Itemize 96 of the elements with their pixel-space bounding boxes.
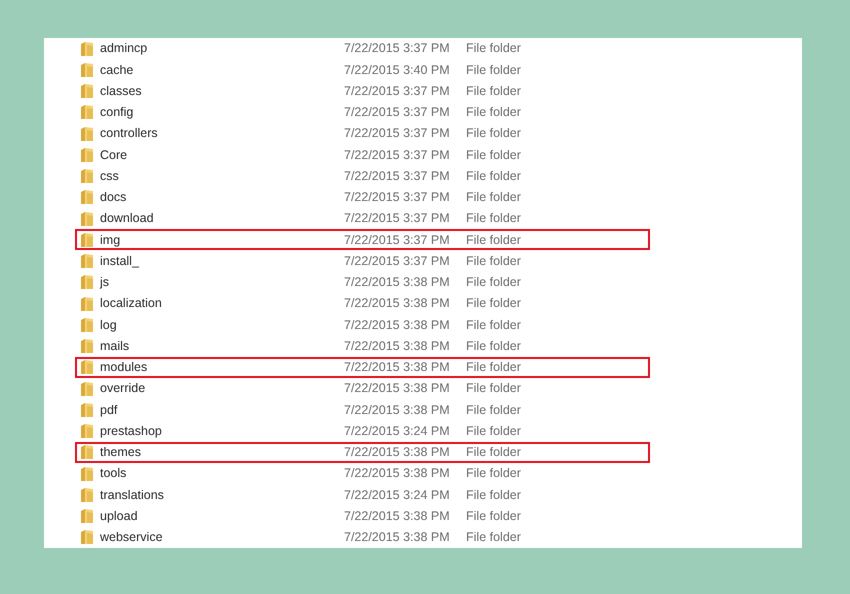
folder-name[interactable]: css [100, 166, 119, 186]
item-type: File folder [466, 359, 521, 376]
folder-icon [80, 146, 94, 163]
date-modified: 7/22/2015 3:38 PM [344, 359, 451, 376]
date-modified: 7/22/2015 3:38 PM [344, 380, 451, 398]
folder-name[interactable]: upload [100, 506, 138, 526]
item-type: File folder [466, 274, 521, 291]
folder-icon [80, 316, 94, 333]
item-type: File folder [466, 486, 521, 504]
date-modified: 7/22/2015 3:38 PM [344, 529, 451, 546]
folder-icon [80, 359, 94, 376]
date-modified: 7/22/2015 3:38 PM [344, 508, 451, 525]
date-modified: 7/22/2015 3:37 PM [344, 146, 451, 164]
folder-name[interactable]: controllers [100, 124, 158, 143]
folder-icon [80, 274, 94, 290]
folder-icon [80, 423, 94, 440]
folder-name[interactable]: modules [100, 358, 148, 377]
item-type: File folder [466, 508, 521, 525]
folder-name[interactable]: config [100, 103, 134, 122]
date-modified: 7/22/2015 3:38 PM [344, 338, 451, 355]
date-modified: 7/22/2015 3:37 PM [344, 232, 451, 248]
date-modified: 7/22/2015 3:24 PM [344, 486, 451, 504]
folder-icon [80, 338, 94, 354]
folder-name[interactable]: tools [100, 464, 126, 483]
folder-name[interactable]: cache [100, 60, 134, 80]
folder-name[interactable]: pdf [100, 400, 118, 420]
date-modified: 7/22/2015 3:38 PM [344, 465, 451, 482]
folder-icon [80, 486, 94, 503]
date-modified: 7/22/2015 3:37 PM [344, 104, 451, 121]
date-modified: 7/22/2015 3:37 PM [344, 125, 451, 142]
date-modified: 7/22/2015 3:38 PM [344, 316, 451, 334]
date-modified: 7/22/2015 3:24 PM [344, 422, 451, 440]
item-type: File folder [466, 189, 521, 206]
item-type: File folder [466, 295, 521, 312]
folder-icon [80, 444, 94, 460]
folder-icon [80, 296, 94, 312]
item-type: File folder [466, 380, 521, 398]
folder-name[interactable]: docs [100, 188, 126, 207]
item-type: File folder [466, 104, 521, 121]
folder-name[interactable]: translations [100, 486, 164, 504]
date-modified: 7/22/2015 3:37 PM [344, 189, 451, 206]
item-type: File folder [466, 125, 521, 142]
item-type: File folder [466, 62, 521, 78]
folder-icon [80, 126, 94, 142]
item-type: File folder [466, 338, 521, 355]
folder-icon [80, 104, 94, 120]
item-type: File folder [466, 465, 521, 482]
folder-name[interactable]: mails [100, 336, 130, 356]
folder-icon [80, 253, 94, 270]
date-modified: 7/22/2015 3:37 PM [344, 210, 451, 228]
folder-name[interactable]: webservice [100, 528, 163, 547]
item-type: File folder [466, 82, 521, 100]
folder-icon [80, 402, 94, 418]
item-type: File folder [466, 444, 521, 461]
date-modified: 7/22/2015 3:37 PM [344, 82, 451, 100]
folder-icon [80, 508, 94, 524]
item-type: File folder [466, 40, 521, 58]
date-modified: 7/22/2015 3:38 PM [344, 295, 451, 312]
item-type: File folder [466, 402, 521, 418]
folder-name[interactable]: img [100, 230, 120, 250]
folder-icon [80, 40, 94, 57]
folder-icon [80, 210, 94, 227]
folder-name[interactable]: install_ [100, 252, 139, 270]
folder-name[interactable]: js [100, 273, 110, 292]
folder-icon [80, 62, 94, 78]
date-modified: 7/22/2015 3:37 PM [344, 168, 451, 185]
date-modified: 7/22/2015 3:40 PM [344, 62, 451, 78]
item-type: File folder [466, 422, 521, 440]
item-type: File folder [466, 529, 521, 546]
item-type: File folder [466, 146, 521, 164]
date-modified: 7/22/2015 3:37 PM [344, 252, 451, 270]
folder-icon [80, 168, 94, 184]
folder-icon [80, 380, 94, 397]
item-type: File folder [466, 168, 521, 185]
folder-icon [80, 189, 94, 206]
date-modified: 7/22/2015 3:38 PM [344, 402, 451, 418]
folder-name[interactable]: download [100, 209, 154, 228]
folder-name[interactable]: Core [100, 146, 128, 164]
folder-name[interactable]: localization [100, 294, 162, 313]
item-type: File folder [466, 252, 521, 270]
item-type: File folder [466, 232, 521, 248]
folder-name[interactable]: themes [100, 443, 141, 462]
folder-name[interactable]: log [100, 316, 117, 334]
folder-name[interactable]: admincp [100, 39, 148, 58]
folder-name[interactable]: classes [100, 82, 142, 100]
item-type: File folder [466, 316, 521, 334]
date-modified: 7/22/2015 3:38 PM [344, 444, 451, 461]
date-modified: 7/22/2015 3:37 PM [344, 40, 451, 58]
folder-icon [80, 529, 94, 546]
item-type: File folder [466, 210, 521, 228]
folder-icon [80, 83, 94, 100]
folder-name[interactable]: override [100, 379, 146, 398]
date-modified: 7/22/2015 3:38 PM [344, 274, 451, 291]
folder-icon [80, 466, 94, 482]
folder-name[interactable]: prestashop [100, 422, 162, 440]
folder-icon [80, 232, 94, 248]
